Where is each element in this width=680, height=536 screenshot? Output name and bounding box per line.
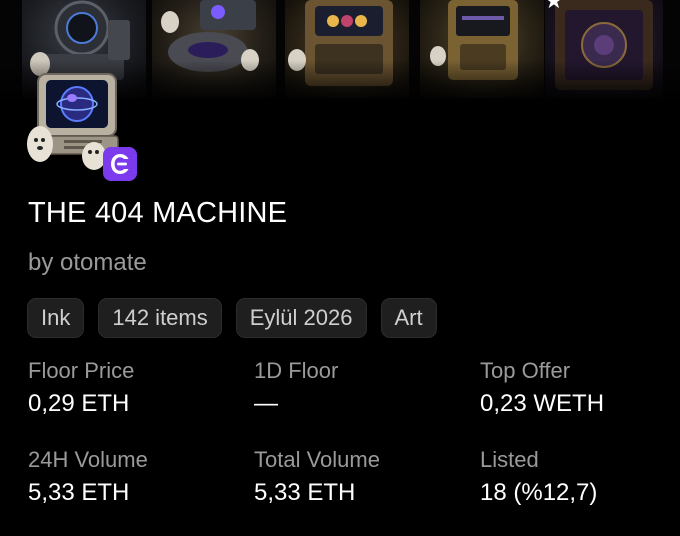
stat-label: Total Volume	[254, 447, 380, 472]
star-icon[interactable]: ★	[544, 0, 570, 12]
stat-label: Floor Price	[28, 358, 135, 383]
stat-value: 5,33 ETH	[254, 479, 356, 506]
stat-1d-floor: 1D Floor —	[254, 358, 464, 418]
stat-top-offer: Top Offer 0,23 WETH	[480, 358, 680, 418]
stat-value: 0,29 ETH	[28, 390, 130, 417]
ink-chain-glyph-icon	[111, 154, 129, 174]
stat-value: —	[254, 390, 278, 417]
collection-tags: Ink 142 items Eylül 2026 Art	[27, 298, 437, 338]
ink-chain-logo-icon	[103, 147, 137, 181]
stat-label: 1D Floor	[254, 358, 339, 383]
collection-title: THE 404 MACHINE	[28, 197, 288, 229]
creator-link[interactable]: by otomate	[28, 249, 147, 277]
tag-date[interactable]: Eylül 2026	[235, 298, 367, 338]
stat-label: Listed	[480, 447, 539, 472]
stat-value: 0,23 WETH	[480, 390, 605, 417]
stat-value: 18 (%12,7)	[480, 479, 598, 506]
stat-24h-volume: 24H Volume 5,33 ETH	[28, 447, 238, 507]
stat-label: 24H Volume	[28, 447, 148, 472]
stat-listed: Listed 18 (%12,7)	[480, 447, 680, 507]
tag-category[interactable]: Art	[380, 298, 437, 338]
stat-total-volume: Total Volume 5,33 ETH	[254, 447, 464, 507]
stat-floor-price: Floor Price 0,29 ETH	[28, 358, 238, 418]
stat-label: Top Offer	[480, 358, 571, 383]
tag-items[interactable]: 142 items	[98, 298, 222, 338]
stat-value: 5,33 ETH	[28, 479, 130, 506]
tag-chain[interactable]: Ink	[27, 298, 85, 338]
